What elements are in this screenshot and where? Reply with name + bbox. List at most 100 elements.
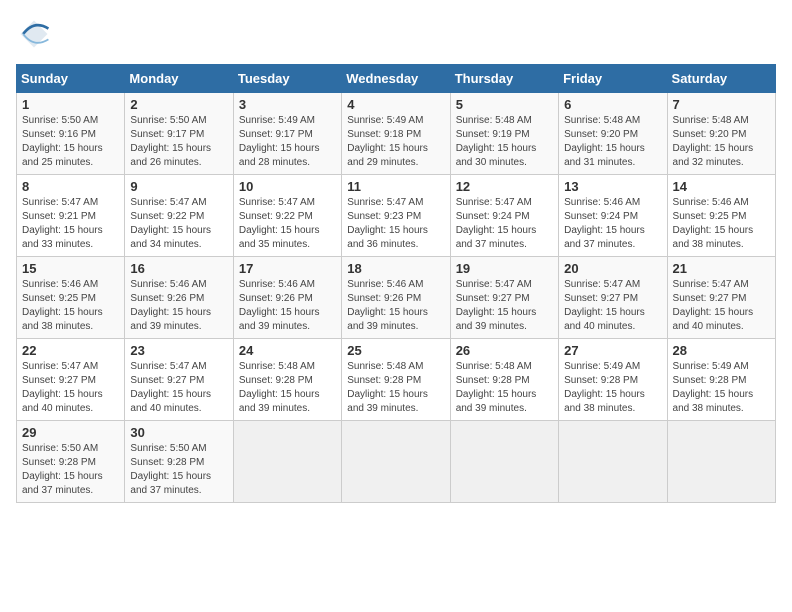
calendar-cell: 29 Sunrise: 5:50 AM Sunset: 9:28 PM Dayli… — [17, 421, 125, 503]
calendar-cell: 19 Sunrise: 5:47 AM Sunset: 9:27 PM Dayli… — [450, 257, 558, 339]
day-info: Sunrise: 5:49 AM Sunset: 9:28 PM Dayligh… — [564, 360, 661, 416]
calendar-cell: 22 Sunrise: 5:47 AM Sunset: 9:27 PM Dayli… — [17, 339, 125, 421]
day-number: 28 — [673, 343, 770, 358]
day-info: Sunrise: 5:48 AM Sunset: 9:20 PM Dayligh… — [673, 114, 770, 170]
day-number: 8 — [22, 179, 119, 194]
calendar-week-row: 22 Sunrise: 5:47 AM Sunset: 9:27 PM Dayli… — [17, 339, 776, 421]
day-info: Sunrise: 5:46 AM Sunset: 9:26 PM Dayligh… — [347, 278, 444, 334]
day-number: 16 — [130, 261, 227, 276]
col-header-tuesday: Tuesday — [233, 65, 341, 93]
calendar-cell: 7 Sunrise: 5:48 AM Sunset: 9:20 PM Daylig… — [667, 93, 775, 175]
calendar-cell — [450, 421, 558, 503]
calendar-week-row: 15Sunrise: 5:46 AM Sunset: 9:25 PM Dayli… — [17, 257, 776, 339]
calendar-cell: 10 Sunrise: 5:47 AM Sunset: 9:22 PM Dayli… — [233, 175, 341, 257]
col-header-monday: Monday — [125, 65, 233, 93]
logo — [16, 16, 56, 52]
day-info: Sunrise: 5:47 AM Sunset: 9:27 PM Dayligh… — [673, 278, 770, 334]
day-info: Sunrise: 5:46 AM Sunset: 9:25 PM Dayligh… — [673, 196, 770, 252]
day-info: Sunrise: 5:47 AM Sunset: 9:21 PM Dayligh… — [22, 196, 119, 252]
day-info: Sunrise: 5:48 AM Sunset: 9:20 PM Dayligh… — [564, 114, 661, 170]
calendar-cell: 27Sunrise: 5:49 AM Sunset: 9:28 PM Dayli… — [559, 339, 667, 421]
calendar-week-row: 29 Sunrise: 5:50 AM Sunset: 9:28 PM Dayli… — [17, 421, 776, 503]
calendar-cell: 16Sunrise: 5:46 AM Sunset: 9:26 PM Dayli… — [125, 257, 233, 339]
day-info: Sunrise: 5:46 AM Sunset: 9:24 PM Dayligh… — [564, 196, 661, 252]
calendar-cell: 23 Sunrise: 5:47 AM Sunset: 9:27 PM Dayli… — [125, 339, 233, 421]
day-number: 9 — [130, 179, 227, 194]
day-info: Sunrise: 5:47 AM Sunset: 9:24 PM Dayligh… — [456, 196, 553, 252]
day-number: 17 — [239, 261, 336, 276]
calendar-cell: 26 Sunrise: 5:48 AM Sunset: 9:28 PM Dayli… — [450, 339, 558, 421]
calendar-table: SundayMondayTuesdayWednesdayThursdayFrid… — [16, 64, 776, 503]
calendar-cell: 15Sunrise: 5:46 AM Sunset: 9:25 PM Dayli… — [17, 257, 125, 339]
col-header-saturday: Saturday — [667, 65, 775, 93]
calendar-cell: 13 Sunrise: 5:46 AM Sunset: 9:24 PM Dayli… — [559, 175, 667, 257]
calendar-cell: 11Sunrise: 5:47 AM Sunset: 9:23 PM Dayli… — [342, 175, 450, 257]
calendar-cell: 18 Sunrise: 5:46 AM Sunset: 9:26 PM Dayli… — [342, 257, 450, 339]
day-number: 1 — [22, 97, 119, 112]
logo-icon — [16, 16, 52, 52]
day-info: Sunrise: 5:47 AM Sunset: 9:27 PM Dayligh… — [564, 278, 661, 334]
calendar-cell: 28 Sunrise: 5:49 AM Sunset: 9:28 PM Dayli… — [667, 339, 775, 421]
calendar-cell: 24 Sunrise: 5:48 AM Sunset: 9:28 PM Dayli… — [233, 339, 341, 421]
day-info: Sunrise: 5:47 AM Sunset: 9:27 PM Dayligh… — [456, 278, 553, 334]
calendar-cell — [559, 421, 667, 503]
day-number: 18 — [347, 261, 444, 276]
calendar-cell: 4Sunrise: 5:49 AM Sunset: 9:18 PM Daylig… — [342, 93, 450, 175]
col-header-friday: Friday — [559, 65, 667, 93]
day-info: Sunrise: 5:49 AM Sunset: 9:18 PM Dayligh… — [347, 114, 444, 170]
day-number: 29 — [22, 425, 119, 440]
day-number: 13 — [564, 179, 661, 194]
day-info: Sunrise: 5:49 AM Sunset: 9:17 PM Dayligh… — [239, 114, 336, 170]
calendar-cell: 14 Sunrise: 5:46 AM Sunset: 9:25 PM Dayli… — [667, 175, 775, 257]
day-number: 6 — [564, 97, 661, 112]
calendar-cell — [667, 421, 775, 503]
day-info: Sunrise: 5:48 AM Sunset: 9:28 PM Dayligh… — [456, 360, 553, 416]
day-info: Sunrise: 5:48 AM Sunset: 9:28 PM Dayligh… — [239, 360, 336, 416]
day-info: Sunrise: 5:48 AM Sunset: 9:28 PM Dayligh… — [347, 360, 444, 416]
calendar-week-row: 8 Sunrise: 5:47 AM Sunset: 9:21 PM Daylig… — [17, 175, 776, 257]
day-info: Sunrise: 5:50 AM Sunset: 9:17 PM Dayligh… — [130, 114, 227, 170]
day-number: 2 — [130, 97, 227, 112]
calendar-cell: 1 Sunrise: 5:50 AM Sunset: 9:16 PM Daylig… — [17, 93, 125, 175]
day-info: Sunrise: 5:47 AM Sunset: 9:27 PM Dayligh… — [130, 360, 227, 416]
day-number: 23 — [130, 343, 227, 358]
calendar-cell: 3 Sunrise: 5:49 AM Sunset: 9:17 PM Daylig… — [233, 93, 341, 175]
day-info: Sunrise: 5:50 AM Sunset: 9:16 PM Dayligh… — [22, 114, 119, 170]
day-number: 21 — [673, 261, 770, 276]
col-header-wednesday: Wednesday — [342, 65, 450, 93]
calendar-week-row: 1 Sunrise: 5:50 AM Sunset: 9:16 PM Daylig… — [17, 93, 776, 175]
day-info: Sunrise: 5:47 AM Sunset: 9:22 PM Dayligh… — [130, 196, 227, 252]
calendar-cell: 21 Sunrise: 5:47 AM Sunset: 9:27 PM Dayli… — [667, 257, 775, 339]
day-number: 12 — [456, 179, 553, 194]
col-header-sunday: Sunday — [17, 65, 125, 93]
day-info: Sunrise: 5:47 AM Sunset: 9:22 PM Dayligh… — [239, 196, 336, 252]
day-number: 10 — [239, 179, 336, 194]
calendar-cell: 2 Sunrise: 5:50 AM Sunset: 9:17 PM Daylig… — [125, 93, 233, 175]
day-number: 14 — [673, 179, 770, 194]
day-info: Sunrise: 5:47 AM Sunset: 9:27 PM Dayligh… — [22, 360, 119, 416]
day-info: Sunrise: 5:48 AM Sunset: 9:19 PM Dayligh… — [456, 114, 553, 170]
calendar-cell: 12 Sunrise: 5:47 AM Sunset: 9:24 PM Dayli… — [450, 175, 558, 257]
calendar-cell: 9 Sunrise: 5:47 AM Sunset: 9:22 PM Daylig… — [125, 175, 233, 257]
calendar-cell: 30 Sunrise: 5:50 AM Sunset: 9:28 PM Dayli… — [125, 421, 233, 503]
day-info: Sunrise: 5:49 AM Sunset: 9:28 PM Dayligh… — [673, 360, 770, 416]
day-number: 22 — [22, 343, 119, 358]
day-number: 24 — [239, 343, 336, 358]
day-number: 7 — [673, 97, 770, 112]
day-info: Sunrise: 5:46 AM Sunset: 9:26 PM Dayligh… — [239, 278, 336, 334]
calendar-cell — [233, 421, 341, 503]
day-info: Sunrise: 5:50 AM Sunset: 9:28 PM Dayligh… — [130, 442, 227, 498]
day-number: 3 — [239, 97, 336, 112]
day-info: Sunrise: 5:50 AM Sunset: 9:28 PM Dayligh… — [22, 442, 119, 498]
day-number: 5 — [456, 97, 553, 112]
day-number: 20 — [564, 261, 661, 276]
calendar-cell: 5 Sunrise: 5:48 AM Sunset: 9:19 PM Daylig… — [450, 93, 558, 175]
calendar-cell: 25Sunrise: 5:48 AM Sunset: 9:28 PM Dayli… — [342, 339, 450, 421]
day-number: 30 — [130, 425, 227, 440]
day-number: 15 — [22, 261, 119, 276]
calendar-cell — [342, 421, 450, 503]
calendar-cell: 6 Sunrise: 5:48 AM Sunset: 9:20 PM Daylig… — [559, 93, 667, 175]
day-number: 26 — [456, 343, 553, 358]
day-number: 19 — [456, 261, 553, 276]
col-header-thursday: Thursday — [450, 65, 558, 93]
